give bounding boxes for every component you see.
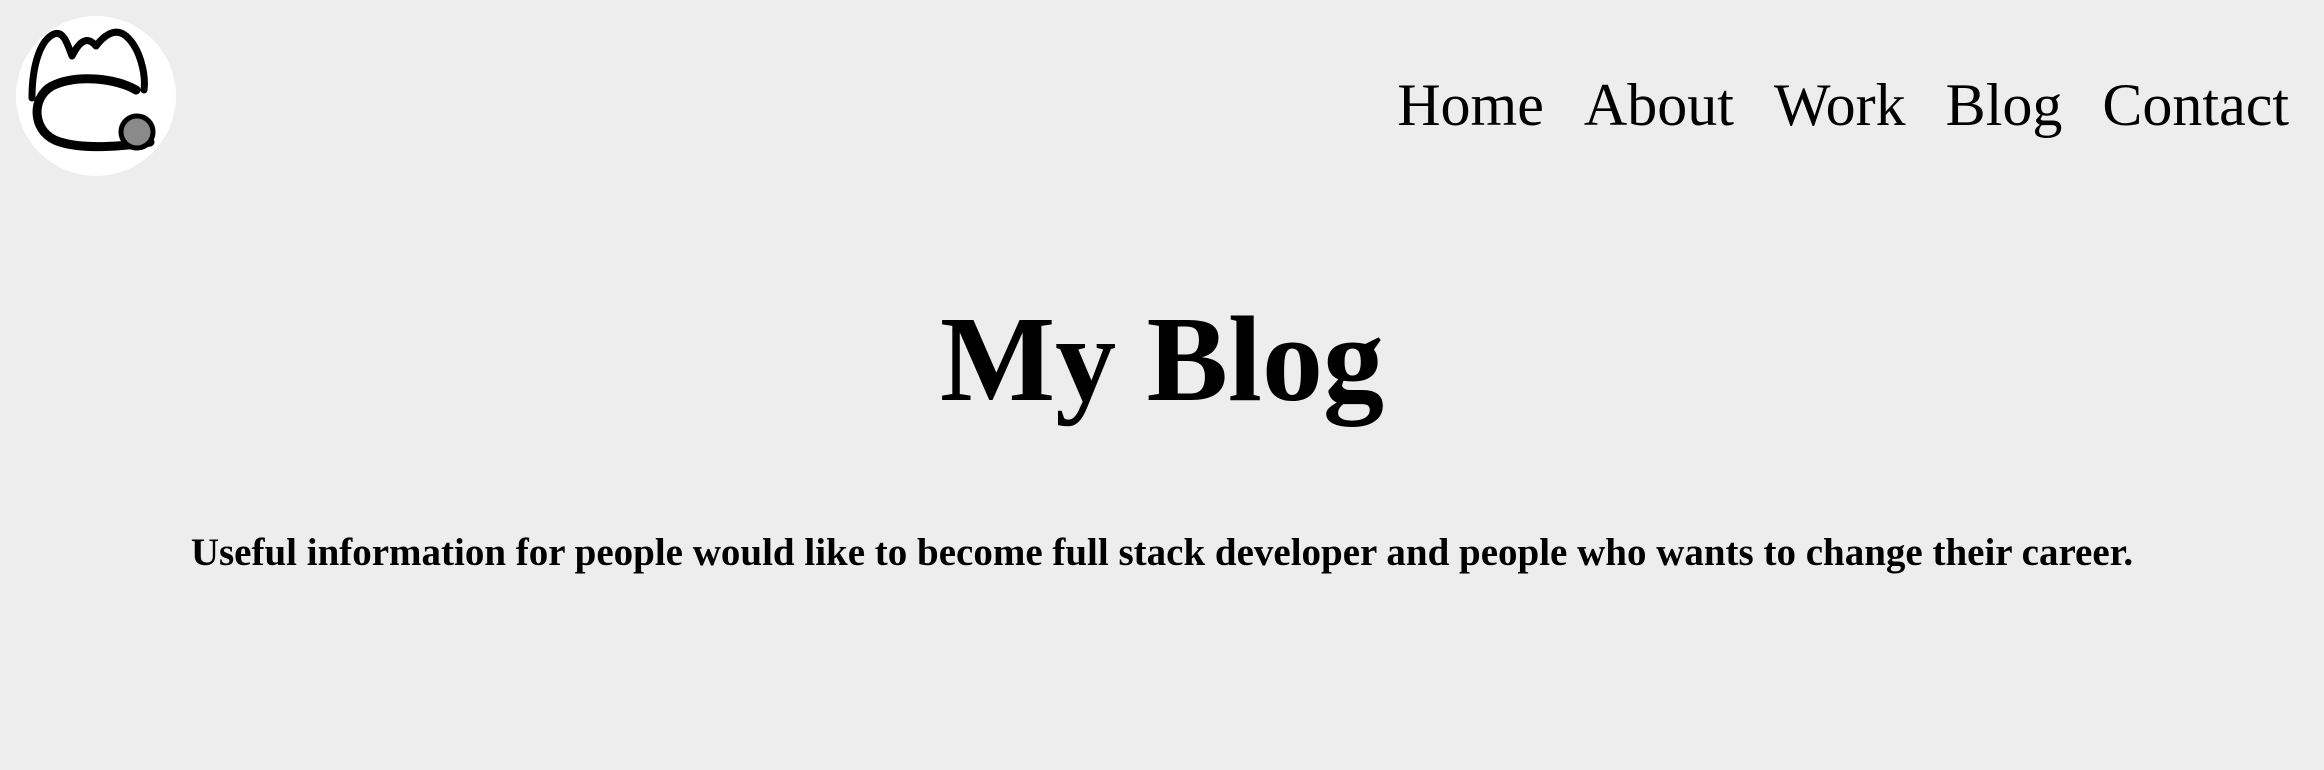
main-navigation: Home About Work Blog Contact [1397, 70, 2289, 140]
page-title: My Blog [940, 292, 1384, 427]
site-logo[interactable] [16, 16, 176, 176]
nav-link-about[interactable]: About [1584, 70, 1734, 140]
nav-link-contact[interactable]: Contact [2102, 70, 2289, 140]
site-header: Home About Work Blog Contact [0, 0, 2324, 190]
page-subtitle: Useful information for people would like… [190, 531, 2134, 574]
nav-link-blog[interactable]: Blog [1946, 70, 2063, 140]
nav-link-work[interactable]: Work [1774, 70, 1906, 140]
nav-link-home[interactable]: Home [1397, 70, 1544, 140]
mc-monogram-logo-icon [28, 28, 156, 152]
